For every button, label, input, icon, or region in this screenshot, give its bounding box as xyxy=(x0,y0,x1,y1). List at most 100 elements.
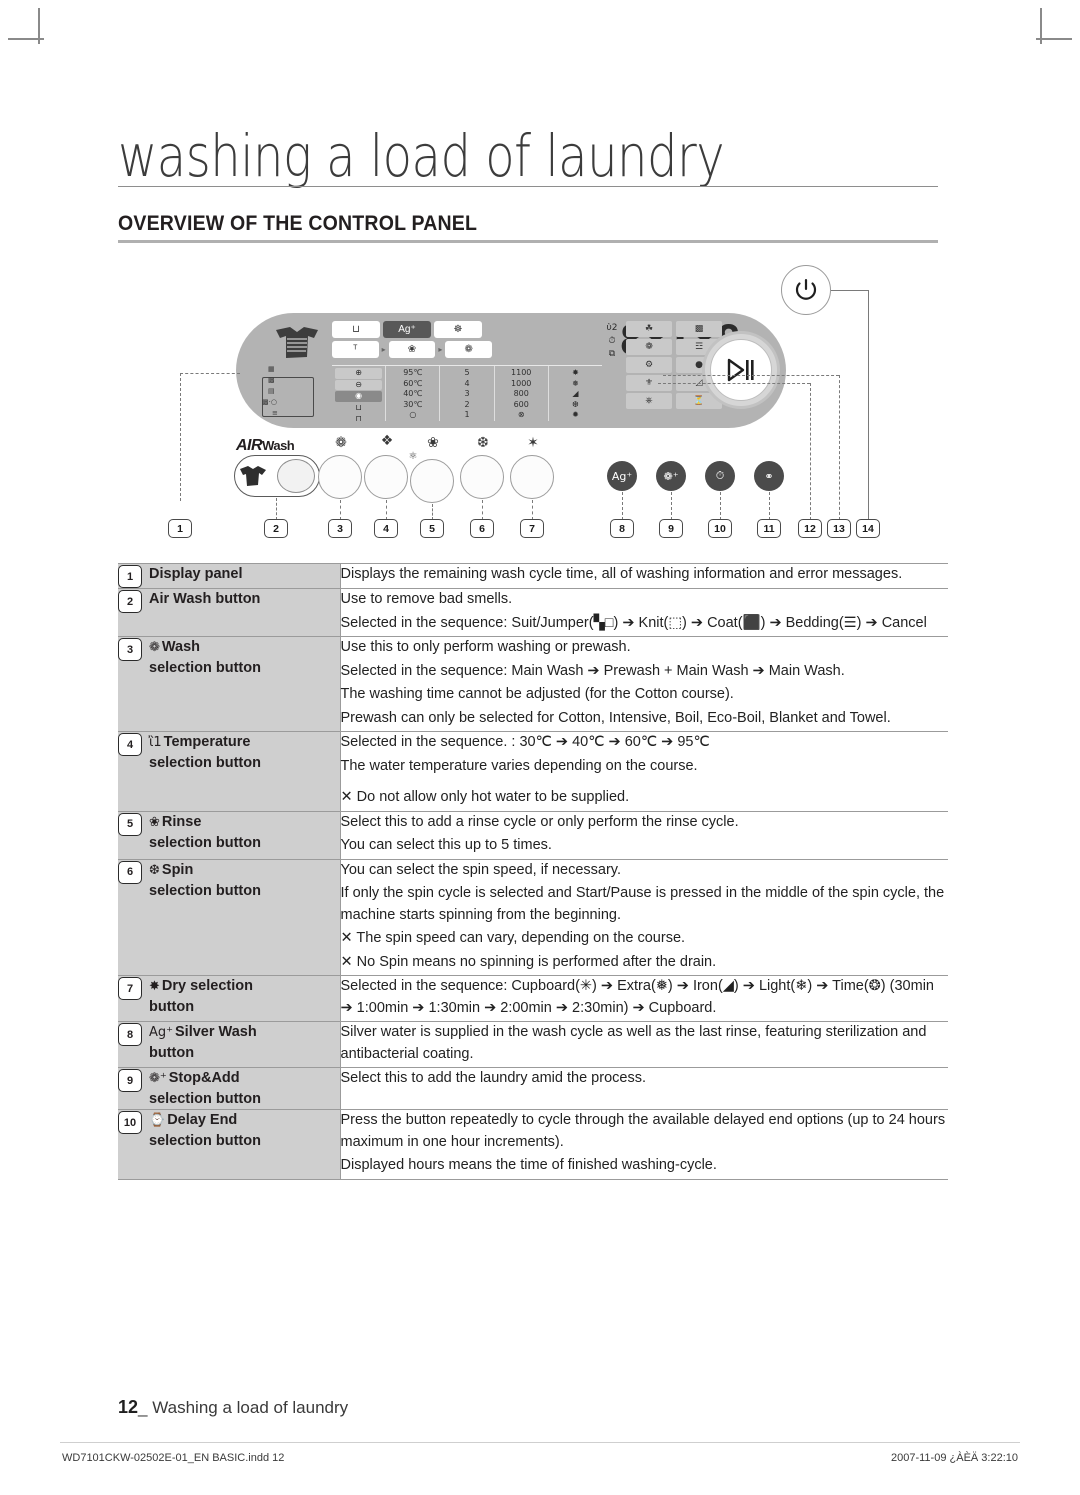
row-desc-cell: You can select the spin speed, if necess… xyxy=(340,859,948,976)
row-desc-line: Use to remove bad smells. xyxy=(340,591,513,607)
row-label-cell: 6 ❆ Spin selection button xyxy=(118,859,341,976)
leader-1 xyxy=(180,373,181,501)
row-number-badge: 1 xyxy=(118,565,142,588)
row-label-line2: selection button xyxy=(149,1133,261,1149)
leader-2 xyxy=(276,498,277,520)
row-label-cell: 5 ❀ Rinse selection button xyxy=(118,811,341,859)
row-desc-line: Silver water is supplied in the wash cyc… xyxy=(340,1024,927,1062)
wash-icon: ❁ xyxy=(335,435,347,451)
row-label-line1: Air Wash button xyxy=(149,591,261,607)
stop-add-button[interactable]: ❁⁺ xyxy=(656,461,686,491)
row-label-line2: selection button xyxy=(149,882,261,899)
rinse-button[interactable] xyxy=(410,459,454,503)
row-desc-line: Selected in the sequence: Suit/Jumper(▚□… xyxy=(340,614,927,631)
row-label-line2: selection button xyxy=(149,660,261,676)
chip-wash[interactable]: ᵀ xyxy=(332,341,379,358)
temp-cell-1: 95℃ xyxy=(403,368,423,377)
option-cell-1: ⊕ xyxy=(335,368,383,379)
callout-1: 1 xyxy=(168,519,192,538)
temperature-icon: ❖ xyxy=(380,433,394,449)
row-desc-line: Press the button repeatedly to cycle thr… xyxy=(340,1112,946,1150)
air-wash-logo: AIRWash xyxy=(236,437,295,455)
power-icon xyxy=(795,279,817,300)
table-row: 9 ❁⁺ Stop&Add selection button Select thi… xyxy=(118,1067,948,1110)
table-row: 2 Air Wash button Use to remove bad smel… xyxy=(118,588,948,637)
leader-12h xyxy=(658,383,810,384)
chip-silver-wash[interactable]: Ag⁺ xyxy=(383,321,431,338)
row-number-badge: 3 xyxy=(118,638,142,661)
temp-cell-3: 40℃ xyxy=(403,389,423,398)
leader-11 xyxy=(769,492,770,520)
power-button[interactable] xyxy=(781,265,831,315)
callout-12: 12 xyxy=(798,519,822,538)
spin-cell-1: 1100 xyxy=(511,368,532,377)
delay-end-button[interactable]: ⏱ xyxy=(705,461,735,491)
temp-cell-5: ○ xyxy=(409,410,417,419)
timer-icon: ⏱ xyxy=(608,336,616,346)
row-desc-line: If only the spin cycle is selected and S… xyxy=(340,885,945,923)
silver-wash-button[interactable]: Ag⁺ xyxy=(607,461,637,491)
dry-icon: ✶ xyxy=(527,435,539,451)
row-desc-line: You can select the spin speed, if necess… xyxy=(340,861,622,878)
table-row: 1 Display panel Displays the remaining w… xyxy=(118,563,948,589)
row-label-line1: Temperature xyxy=(163,734,251,750)
chip-row-top: ⊔ Ag⁺ ☸ xyxy=(332,321,492,338)
silver-wash-icon: Ag⁺ xyxy=(149,1025,174,1040)
spin-icon: ❆ xyxy=(149,862,160,878)
drum-icon: ⧉ xyxy=(608,349,616,359)
rinse-cell-3: 3 xyxy=(464,389,470,398)
air-wash-logo-air: AIR xyxy=(236,437,263,454)
callout-9: 9 xyxy=(659,519,683,538)
chip-arrow-1: ▸ xyxy=(381,345,386,354)
chip-cotton[interactable]: ⊔ xyxy=(332,321,380,338)
option-cell-2: ⊖ xyxy=(335,379,383,390)
manual-page: washing a load of laundry OVERVIEW OF TH… xyxy=(0,0,1080,1495)
air-wash-toggle-knob[interactable] xyxy=(277,459,315,493)
garment-logo-icon xyxy=(276,327,318,358)
row-number-badge: 4 xyxy=(118,733,142,756)
callout-2: 2 xyxy=(264,519,288,538)
row-desc-note: ✕ No Spin means no spinning is performed… xyxy=(340,953,717,970)
row-desc-line: Use this to only perform washing or prew… xyxy=(340,639,631,655)
column-options: ⊕ ⊖ ◉ ⊔ ⊓ xyxy=(332,366,385,423)
folio: 12_ Washing a load of laundry xyxy=(118,1397,348,1418)
spin-cell-2: 1000 xyxy=(511,378,532,388)
row-number-badge: 7 xyxy=(118,977,142,1000)
row-label-cell: 3 ❁ Wash selection button xyxy=(118,636,341,732)
spin-button[interactable] xyxy=(460,455,504,499)
callout-6: 6 xyxy=(470,519,494,538)
leader-5 xyxy=(432,504,433,520)
leader-9 xyxy=(671,492,672,520)
rinse-cell-5: 1 xyxy=(464,410,470,419)
clock-icon: ⌚ xyxy=(149,1113,166,1128)
wash-icon: ❁ xyxy=(149,640,160,655)
cluster-icon-4: ▩·○ xyxy=(262,398,277,406)
option-cell-3: ◉ xyxy=(335,391,383,402)
dry-cell-2: ❅ xyxy=(572,378,579,388)
callout-13: 13 xyxy=(827,519,851,538)
chip-dry[interactable]: ☸ xyxy=(434,321,482,338)
row-label-line1: Stop&Add xyxy=(168,1070,240,1086)
row-desc-line: Selected in the sequence: Cupboard(✳) ➔ … xyxy=(340,978,935,1016)
chip-row-bottom: ᵀ ▸ ❀ ▸ ❁ xyxy=(332,341,492,358)
wash-button[interactable] xyxy=(318,455,362,499)
row-label-line2: selection button xyxy=(149,1091,261,1107)
start-pause-button[interactable] xyxy=(702,331,780,409)
row-desc-cell: Selected in the sequence: Cupboard(✳) ➔ … xyxy=(340,976,948,1022)
start-pause-core[interactable] xyxy=(710,339,772,401)
row-desc-note: ✕ The spin speed can vary, depending on … xyxy=(340,930,686,946)
child-lock-button[interactable]: ⚭ xyxy=(754,461,784,491)
callout-8: 8 xyxy=(610,519,634,538)
callout-3: 3 xyxy=(328,519,352,538)
status-cell-l5: ⎈ xyxy=(626,393,672,409)
lock-icon: ὑ2 xyxy=(606,323,618,333)
folio-separator: _ xyxy=(138,1398,148,1417)
chip-spin[interactable]: ❁ xyxy=(445,341,492,358)
row-desc-cell: Select this to add the laundry amid the … xyxy=(340,1068,948,1110)
dry-cell-3: ◢ xyxy=(572,389,579,398)
dry-button[interactable] xyxy=(510,455,554,499)
air-wash-button[interactable] xyxy=(234,455,320,497)
column-temperature: 95℃ 60℃ 40℃ 30℃ ○ xyxy=(385,366,439,421)
chapter-divider xyxy=(118,186,938,187)
chip-rinse[interactable]: ❀ xyxy=(388,341,436,358)
